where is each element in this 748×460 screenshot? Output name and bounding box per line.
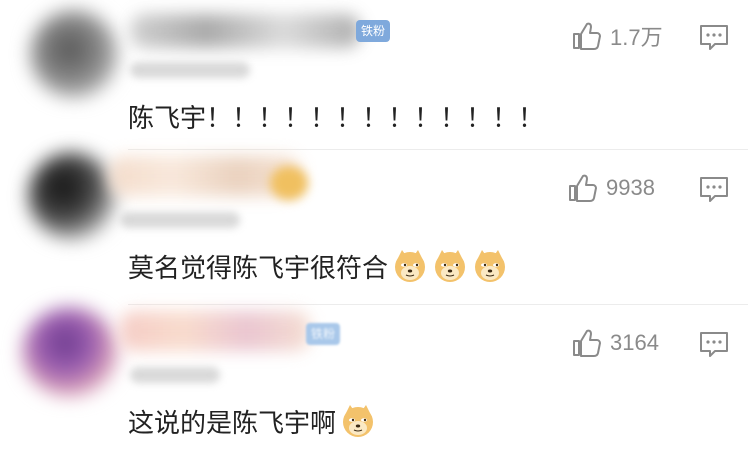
decoration-blurred [270,166,308,200]
doge-emoji [395,250,426,282]
thumbs-up-icon [569,174,597,202]
fan-badge: 铁粉 [306,323,341,345]
comment-text: 莫名觉得陈飞宇很符合 [128,246,508,286]
like-button[interactable]: 3164 [570,327,659,359]
like-count: 9938 [606,175,655,200]
comment-reply-icon[interactable] [698,22,730,54]
avatar[interactable] [22,307,118,397]
avatar[interactable] [28,152,116,240]
like-button[interactable]: 9938 [566,172,655,204]
thumbs-up-icon [573,329,601,357]
fan-badge: 铁粉 [356,20,391,42]
doge-emoji [435,250,466,282]
comment-text-content: 莫名觉得陈飞宇很符合 [128,253,389,284]
timestamp-blurred [120,212,240,228]
timestamp-blurred [130,367,220,383]
like-button[interactable]: 1.7万 [570,20,663,52]
doge-emoji [475,250,506,282]
thumbs-up-icon [573,22,601,50]
comment-reply-icon[interactable] [698,174,730,206]
comment-text-content: 这说的是陈飞宇啊 [128,408,337,439]
comment-item: 铁粉 1.7万 陈飞宇！！！！！！！！！！！！！ [0,0,748,150]
like-count: 1.7万 [610,25,663,50]
username-blurred[interactable] [120,311,310,351]
comment-text: 这说的是陈飞宇啊 [128,401,376,441]
comment-text-content: 陈飞宇！！！！！！！！！！！！！ [128,103,545,134]
timestamp-blurred [130,62,250,78]
avatar[interactable] [30,10,118,98]
comment-text: 陈飞宇！！！！！！！！！！！！！ [128,96,544,136]
comment-item: 铁粉 3164 这说的是陈飞宇啊 [0,305,748,460]
comment-reply-icon[interactable] [698,329,730,361]
doge-emoji [343,405,374,437]
username-blurred[interactable] [130,14,360,48]
comment-item: 9938 莫名觉得陈飞宇很符合 [0,150,748,305]
like-count: 3164 [610,330,659,355]
